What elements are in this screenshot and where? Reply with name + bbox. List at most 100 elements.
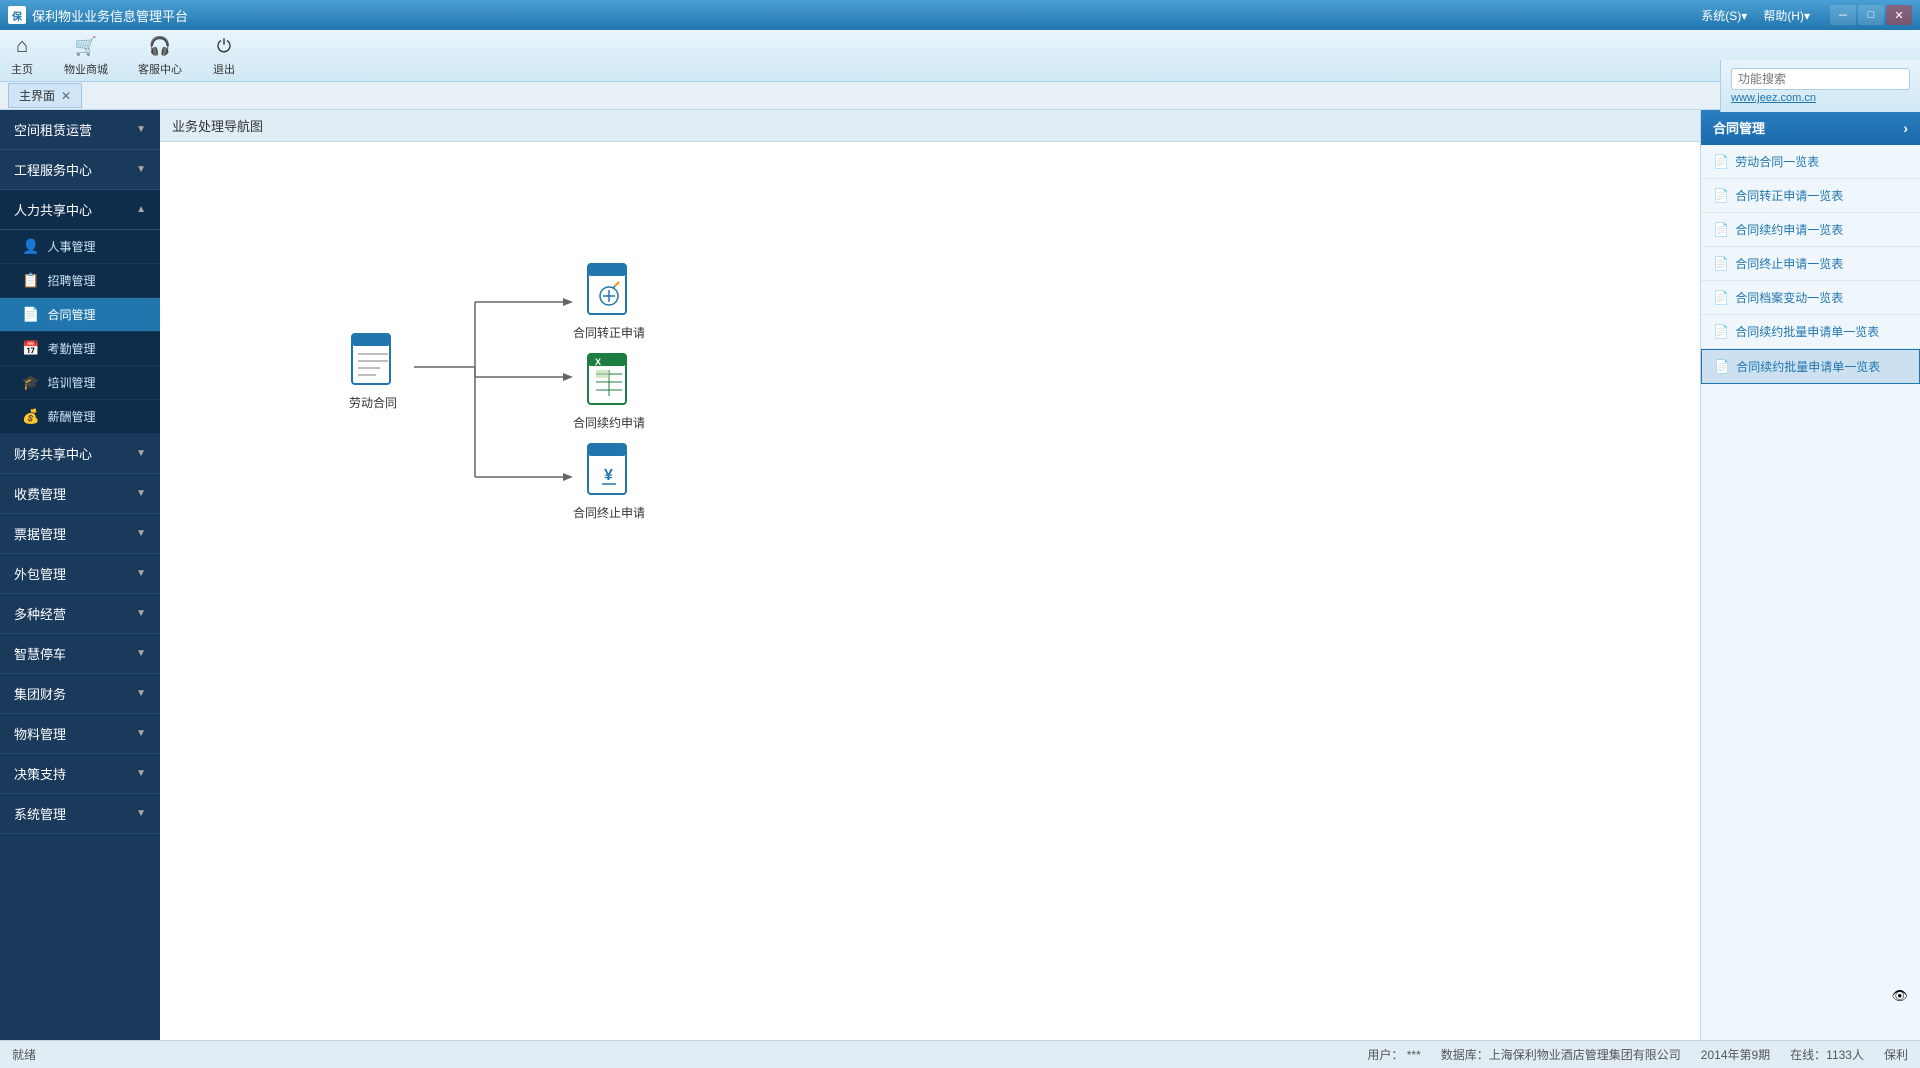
- sidebar-header-finance[interactable]: 财务共享中心 ▼: [0, 434, 160, 474]
- contract-amend-icon: [584, 262, 634, 318]
- right-panel-item-archive-list[interactable]: 📄 合同档案变动一览表: [1701, 281, 1920, 315]
- chevron-icon-diverse: ▼: [136, 608, 146, 619]
- eye-icon[interactable]: 👁: [1891, 988, 1908, 1003]
- chevron-icon-finance: ▼: [136, 448, 146, 459]
- sidebar-header-hr[interactable]: 人力共享中心 ▲: [0, 190, 160, 230]
- right-panel-item-renew-list[interactable]: 📄 合同续约申请一览表: [1701, 213, 1920, 247]
- chevron-icon-material: ▼: [136, 728, 146, 739]
- sidebar-scroll[interactable]: 空间租赁运营 ▼ 工程服务中心 ▼ 人力共享中心 ▲: [0, 110, 160, 1040]
- maximize-button[interactable]: □: [1858, 5, 1884, 25]
- tab-bar: 主界面 ✕: [0, 82, 1920, 110]
- personnel-label: 人事管理: [47, 238, 95, 255]
- flow-arrows-svg: [180, 162, 1680, 1020]
- online-info: 在线：1133人: [1790, 1046, 1864, 1063]
- sidebar-header-diverse[interactable]: 多种经营 ▼: [0, 594, 160, 634]
- right-panel-item-end-list[interactable]: 📄 合同终止申请一览表: [1701, 247, 1920, 281]
- flow-diagram: 劳动合同: [180, 162, 1680, 1020]
- search-input[interactable]: [1731, 68, 1910, 90]
- right-panel-title: 合同管理: [1713, 118, 1765, 137]
- chevron-icon-outsource: ▼: [136, 568, 146, 579]
- recruit-icon: 📋: [22, 272, 39, 289]
- sidebar-header-group-finance[interactable]: 集团财务 ▼: [0, 674, 160, 714]
- content-body: 劳动合同: [160, 142, 1700, 1040]
- minimize-button[interactable]: －: [1830, 5, 1856, 25]
- training-label: 培训管理: [47, 374, 95, 391]
- system-menu[interactable]: 系统(S)▾: [1701, 7, 1747, 24]
- jeez-link[interactable]: www.jeez.com.cn: [1731, 92, 1910, 104]
- sidebar-item-salary[interactable]: 💰 薪酬管理: [0, 400, 160, 434]
- chevron-icon-group-finance: ▼: [136, 688, 146, 699]
- shop-label: 物业商城: [64, 61, 108, 77]
- sidebar-header-outsource[interactable]: 外包管理 ▼: [0, 554, 160, 594]
- tab-close-icon[interactable]: ✕: [61, 89, 71, 103]
- close-button[interactable]: ✕: [1886, 5, 1912, 25]
- sidebar-item-recruit[interactable]: 📋 招聘管理: [0, 264, 160, 298]
- period-info: 2014年第9期: [1701, 1046, 1770, 1063]
- sidebar-header-parking[interactable]: 智慧停车 ▼: [0, 634, 160, 674]
- sidebar-section-parking: 智慧停车 ▼: [0, 634, 160, 674]
- right-panel-label-6: 合同续约批量申请单一览表: [1736, 358, 1880, 375]
- chevron-icon-decision: ▼: [136, 768, 146, 779]
- doc-icon-2: 📄: [1713, 222, 1729, 238]
- sidebar-sub-hr: 👤 人事管理 📋 招聘管理 📄 合同管理 📅: [0, 230, 160, 434]
- doc-icon-1: 📄: [1713, 188, 1729, 204]
- content-title: 业务处理导航图: [172, 116, 263, 135]
- sidebar-item-attendance[interactable]: 📅 考勤管理: [0, 332, 160, 366]
- sidebar-section-outsource: 外包管理 ▼: [0, 554, 160, 594]
- right-panel-item-labor-list[interactable]: 📄 劳动合同一览表: [1701, 145, 1920, 179]
- top-menu: 系统(S)▾ 帮助(H)▾: [1701, 7, 1810, 24]
- doc-icon-0: 📄: [1713, 154, 1729, 170]
- sidebar-item-contract[interactable]: 📄 合同管理: [0, 298, 160, 332]
- attendance-icon: 📅: [22, 340, 39, 357]
- right-panel-item-batch-renew-list[interactable]: 📄 合同续约批量申请单一览表: [1701, 315, 1920, 349]
- toolbar-home[interactable]: ⌂ 主页: [10, 35, 34, 77]
- right-panel-header: 合同管理 ›: [1701, 110, 1920, 145]
- toolbar-service[interactable]: 🎧 客服中心: [138, 35, 182, 77]
- sidebar-label-outsource: 外包管理: [14, 564, 66, 583]
- right-panel-item-amend-list[interactable]: 📄 合同转正申请一览表: [1701, 179, 1920, 213]
- right-panel-label-5: 合同续约批量申请单一览表: [1735, 323, 1879, 340]
- chevron-icon-system: ▼: [136, 808, 146, 819]
- sidebar-label-system: 系统管理: [14, 804, 66, 823]
- chevron-icon-fee: ▼: [136, 488, 146, 499]
- flow-node-contract-amend[interactable]: 合同转正申请: [573, 262, 645, 341]
- toolbar-logout[interactable]: ⏻ 退出: [212, 35, 236, 77]
- sidebar-label-decision: 决策支持: [14, 764, 66, 783]
- flow-node-contract-end[interactable]: ¥ 合同终止申请: [573, 442, 645, 521]
- company-info: 保利: [1884, 1046, 1908, 1063]
- sidebar-item-training[interactable]: 🎓 培训管理: [0, 366, 160, 400]
- sidebar-header-space-rental[interactable]: 空间租赁运营 ▼: [0, 110, 160, 150]
- salary-label: 薪酬管理: [47, 408, 95, 425]
- service-icon: 🎧: [148, 35, 172, 59]
- flow-node-contract-renew[interactable]: X 合同续约申请: [573, 352, 645, 431]
- sidebar-header-invoice[interactable]: 票据管理 ▼: [0, 514, 160, 554]
- sidebar-header-engineering[interactable]: 工程服务中心 ▼: [0, 150, 160, 190]
- chevron-icon-engineering: ▼: [136, 164, 146, 175]
- right-panel-label-4: 合同档案变动一览表: [1735, 289, 1843, 306]
- sidebar-label-hr: 人力共享中心: [14, 200, 92, 219]
- sidebar-header-material[interactable]: 物料管理 ▼: [0, 714, 160, 754]
- sidebar-header-fee[interactable]: 收费管理 ▼: [0, 474, 160, 514]
- sidebar-header-system[interactable]: 系统管理 ▼: [0, 794, 160, 834]
- help-menu[interactable]: 帮助(H)▾: [1763, 7, 1810, 24]
- doc-icon-4: 📄: [1713, 290, 1729, 306]
- doc-icon-6: 📄: [1714, 359, 1730, 375]
- toolbar-shop[interactable]: 🛒 物业商城: [64, 35, 108, 77]
- chevron-icon-parking: ▼: [136, 648, 146, 659]
- sidebar-item-personnel[interactable]: 👤 人事管理: [0, 230, 160, 264]
- flow-node-labor-contract[interactable]: 劳动合同: [348, 332, 398, 411]
- sidebar-header-decision[interactable]: 决策支持 ▼: [0, 754, 160, 794]
- doc-icon-3: 📄: [1713, 256, 1729, 272]
- app-title: 保利物业业务信息管理平台: [32, 6, 188, 25]
- sidebar-label-engineering: 工程服务中心: [14, 160, 92, 179]
- contract-renew-label: 合同续约申请: [573, 414, 645, 431]
- content-area: 业务处理导航图 劳动合同: [160, 110, 1700, 1040]
- right-panel-items: 📄 劳动合同一览表 📄 合同转正申请一览表 📄 合同续约申请一览表 📄 合同终止…: [1701, 145, 1920, 384]
- status-bar: 就绪 用户： *** 数据库：上海保利物业酒店管理集团有限公司 2014年第9期…: [0, 1040, 1920, 1068]
- tab-main[interactable]: 主界面 ✕: [8, 83, 82, 108]
- right-panel-item-batch-renew-form[interactable]: 📄 合同续约批量申请单一览表: [1701, 349, 1920, 384]
- status-left: 就绪: [12, 1046, 36, 1063]
- sidebar-label-fee: 收费管理: [14, 484, 66, 503]
- sidebar-section-fee: 收费管理 ▼: [0, 474, 160, 514]
- sidebar-section-space-rental: 空间租赁运营 ▼: [0, 110, 160, 150]
